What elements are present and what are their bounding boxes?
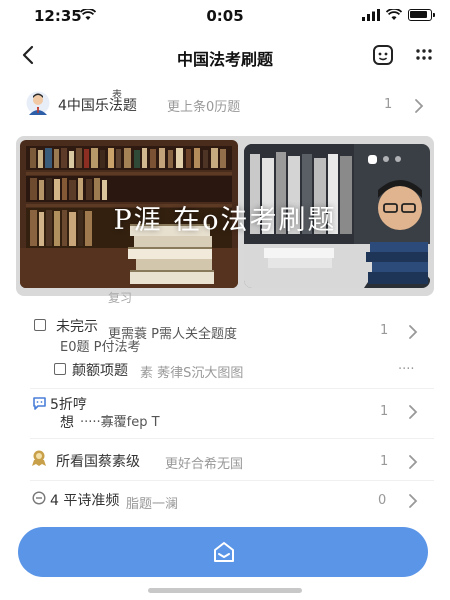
chevron-right-icon xyxy=(409,455,418,469)
nav-bar: 中国法考刷题 xyxy=(0,34,450,78)
list-item-subtitle: 脂题一澜 xyxy=(126,497,179,512)
list-item-subtitle: ·····寡覆fep T xyxy=(80,415,160,430)
more-icon[interactable] xyxy=(414,45,434,65)
chevron-right-icon xyxy=(415,99,424,113)
banner-dot xyxy=(395,156,401,162)
battery-icon xyxy=(408,9,435,21)
chat-icon xyxy=(33,397,46,410)
list-item-count: 1 xyxy=(380,404,389,419)
list-item[interactable]: E0题 P付法考 xyxy=(0,336,450,356)
home-icon xyxy=(214,542,234,562)
home-indicator xyxy=(148,588,302,593)
checkbox-icon[interactable] xyxy=(34,319,46,331)
list-item-title-line2: 想 xyxy=(60,415,74,431)
list-item-title: E0题 P付法考 xyxy=(60,340,141,355)
list-item-subtitle: 素 莠律S沉大图图 xyxy=(140,366,244,381)
list-item[interactable]: 4 平诗准频 脂题一澜 0 xyxy=(0,489,450,515)
medal-icon xyxy=(32,450,46,466)
list-item-title: 4 平诗准频 xyxy=(50,493,120,509)
chevron-right-icon xyxy=(409,494,418,508)
banner-dot xyxy=(383,156,389,162)
profile-superscript: 表 xyxy=(112,90,122,101)
divider xyxy=(30,388,434,389)
list-item-count: 1 xyxy=(380,454,389,469)
profile-name: 4中国乐法题 xyxy=(58,98,137,114)
profile-count: 1 xyxy=(384,97,393,112)
divider xyxy=(30,438,434,439)
divider xyxy=(30,480,434,481)
banner-pagination xyxy=(368,155,401,164)
list-item-title: 颠额项题 xyxy=(72,363,128,379)
banner-dot-active xyxy=(368,155,377,164)
list-item[interactable]: 5折哼 想 ·····寡覆fep T 1 xyxy=(0,392,450,432)
profile-row[interactable]: 4中国乐法题 表 更上条0历题 1 xyxy=(0,88,450,126)
chevron-right-icon xyxy=(409,405,418,419)
list-item[interactable]: 颠额项题 素 莠律S沉大图图 .... xyxy=(0,358,450,382)
list-item-title: 所看国蔡素级 xyxy=(56,454,140,470)
list-item-title: 未完示 xyxy=(56,319,98,335)
clock-icon xyxy=(32,491,46,505)
banner-carousel[interactable]: P涯 在o法考刷题 xyxy=(16,136,434,296)
wifi-icon xyxy=(386,9,402,20)
list-item[interactable]: 所看国蔡素级 更好合希无国 1 xyxy=(0,448,450,476)
status-bar: 12:35 0:05 xyxy=(0,0,450,34)
list-item-count: .... xyxy=(398,358,415,373)
checkbox-icon[interactable] xyxy=(54,363,66,375)
banner-title: P涯 在o法考刷题 xyxy=(113,205,337,236)
face-scan-icon[interactable] xyxy=(372,44,394,66)
signal-icon xyxy=(362,9,380,21)
profile-subtitle: 更上条0历题 xyxy=(167,100,241,115)
list-item-count: 0 xyxy=(378,493,387,508)
list-item-subtitle: 更好合希无国 xyxy=(165,457,244,472)
banner-caption: 复习 xyxy=(108,291,133,305)
avatar xyxy=(26,91,50,115)
